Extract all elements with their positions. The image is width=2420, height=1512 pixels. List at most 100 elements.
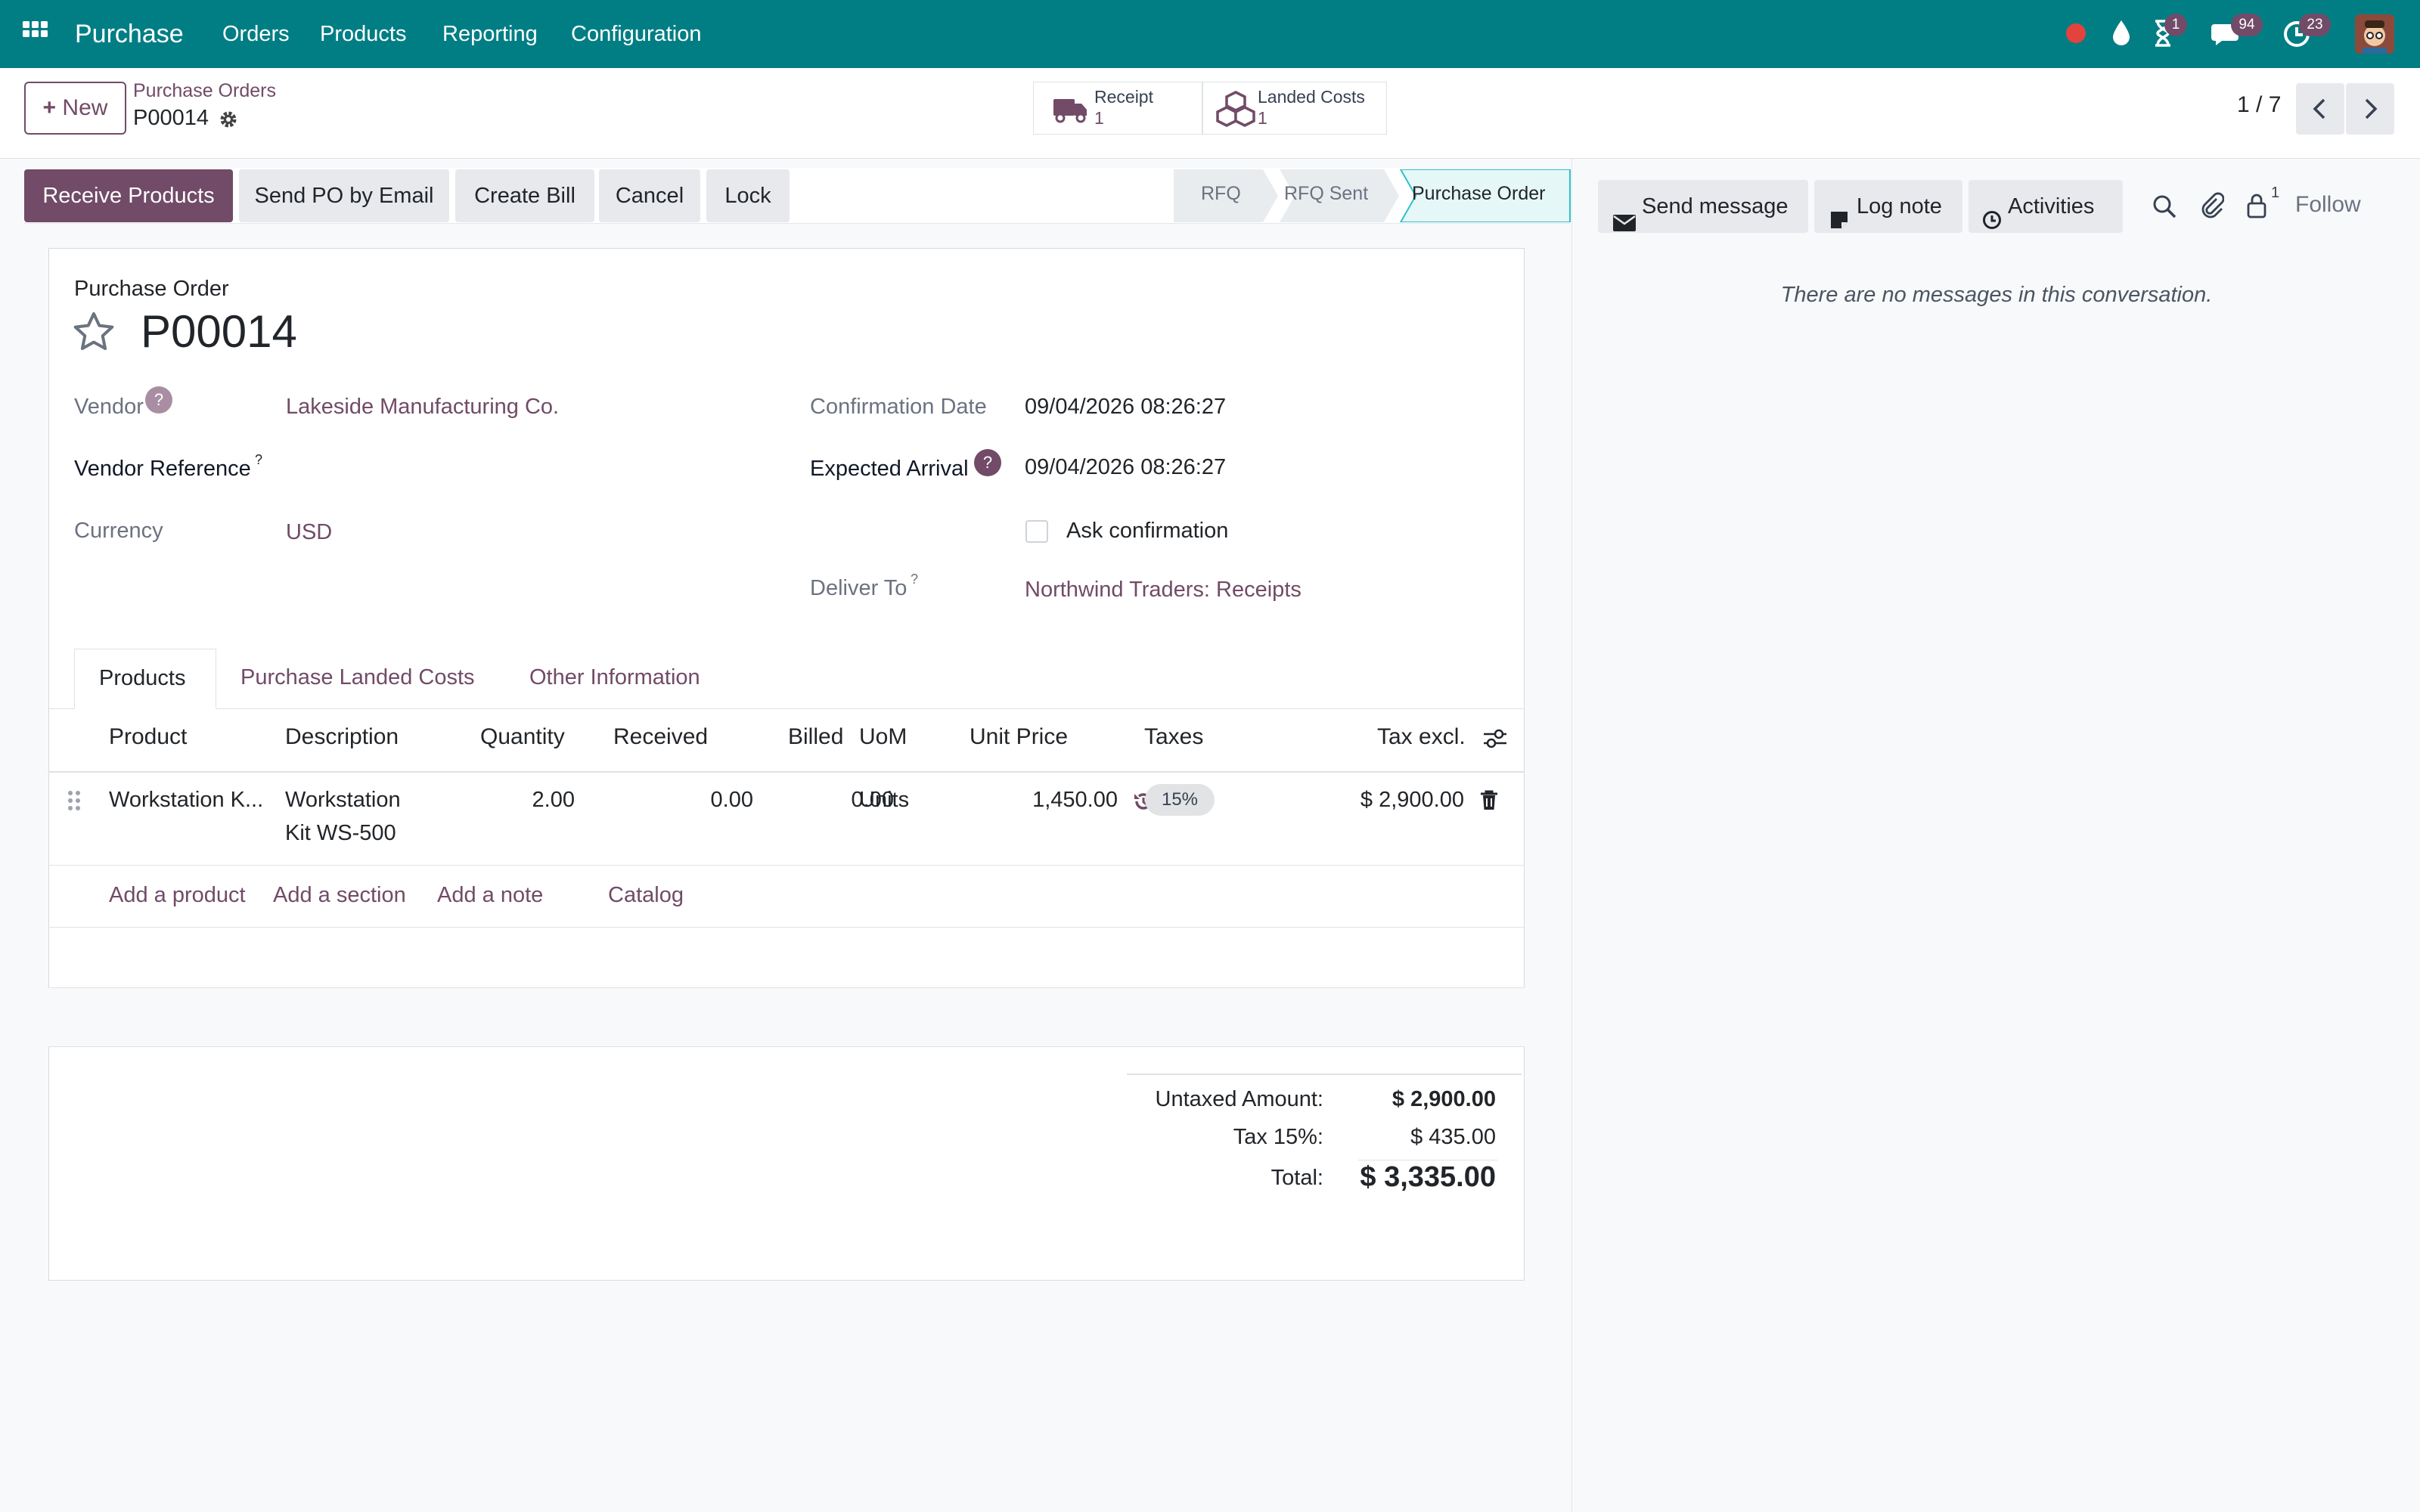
search-icon[interactable] bbox=[2152, 194, 2177, 219]
gear-icon[interactable] bbox=[218, 109, 239, 130]
expected-arrival-field[interactable]: 09/04/2026 08:26:27 bbox=[1025, 455, 1226, 480]
user-avatar[interactable] bbox=[2355, 14, 2394, 54]
drop-icon[interactable] bbox=[2110, 18, 2133, 48]
tax-value: $ 435.00 bbox=[1410, 1125, 1496, 1149]
ask-confirmation-label: Ask confirmation bbox=[1066, 519, 1229, 543]
tab-products[interactable]: Products bbox=[74, 649, 216, 709]
breadcrumb-current: P00014 bbox=[133, 106, 209, 130]
confirmation-date-field[interactable]: 09/04/2026 08:26:27 bbox=[1025, 395, 1226, 420]
column-uom[interactable]: UoM bbox=[859, 724, 907, 750]
star-icon[interactable] bbox=[71, 310, 116, 355]
activity-count-badge: 1 bbox=[2164, 14, 2187, 36]
line-description-1[interactable]: Workstation bbox=[285, 788, 401, 813]
menu-reporting[interactable]: Reporting bbox=[442, 0, 538, 68]
catalog-link[interactable]: Catalog bbox=[608, 883, 684, 908]
column-received[interactable]: Received bbox=[613, 724, 708, 750]
form-statusbar: Receive Products Send PO by Email Create… bbox=[24, 168, 1571, 224]
receive-products-button[interactable]: Receive Products bbox=[24, 169, 233, 222]
send-message-button[interactable]: Send message bbox=[1598, 180, 1808, 233]
followers-count[interactable]: 1 bbox=[2271, 184, 2279, 202]
optional-columns-sliders-icon[interactable] bbox=[1482, 727, 1508, 750]
activities-label: Activities bbox=[2008, 194, 2095, 218]
new-button[interactable]: + New bbox=[24, 82, 126, 135]
tabs-divider bbox=[48, 708, 1525, 709]
landed-costs-smart-button[interactable]: Landed Costs 1 bbox=[1202, 82, 1387, 135]
vendor-label: Vendor bbox=[74, 395, 144, 419]
plus-icon: + bbox=[42, 95, 57, 120]
table-row[interactable]: Workstation K... Workstation Kit WS-500 … bbox=[48, 773, 1525, 865]
activities-button[interactable]: Activities bbox=[1969, 180, 2123, 233]
app-menu-icon[interactable] bbox=[21, 20, 48, 47]
pager-next-button[interactable] bbox=[2346, 83, 2394, 135]
deliver-to-label: Deliver To bbox=[810, 576, 908, 600]
chevron-right-icon bbox=[2365, 98, 2378, 119]
note-icon bbox=[1829, 197, 1849, 228]
vendor-reference-help-mark[interactable]: ? bbox=[255, 452, 262, 468]
deliver-to-field[interactable]: Northwind Traders: Receipts bbox=[1025, 578, 1302, 603]
currency-field[interactable]: USD bbox=[286, 520, 332, 545]
create-bill-button[interactable]: Create Bill bbox=[455, 169, 594, 222]
line-uom[interactable]: Units bbox=[859, 788, 909, 813]
send-po-email-button[interactable]: Send PO by Email bbox=[239, 169, 449, 222]
breadcrumb-parent[interactable]: Purchase Orders bbox=[133, 80, 276, 102]
clock-icon bbox=[1982, 197, 2002, 229]
menu-orders[interactable]: Orders bbox=[222, 0, 290, 68]
stage-rfq-sent[interactable]: RFQ Sent bbox=[1284, 183, 1368, 205]
column-tax-excl[interactable]: Tax excl. bbox=[1377, 724, 1466, 750]
line-description-2[interactable]: Kit WS-500 bbox=[285, 821, 396, 846]
receipt-smart-button[interactable]: Receipt 1 bbox=[1033, 82, 1202, 135]
empty-conversation-text: There are no messages in this conversati… bbox=[1780, 283, 2213, 307]
column-billed[interactable]: Billed bbox=[788, 724, 843, 750]
expected-arrival-help-icon[interactable]: ? bbox=[974, 449, 1001, 476]
line-received[interactable]: 0.00 bbox=[711, 788, 753, 813]
menu-configuration[interactable]: Configuration bbox=[571, 0, 702, 68]
line-unit-price[interactable]: 1,450.00 bbox=[1032, 788, 1118, 813]
envelope-icon bbox=[1613, 198, 1636, 231]
line-tax-badge[interactable]: 15% bbox=[1145, 784, 1215, 816]
tax-label: Tax 15%: bbox=[1233, 1125, 1323, 1149]
add-note-link[interactable]: Add a note bbox=[437, 883, 543, 908]
add-section-link[interactable]: Add a section bbox=[273, 883, 406, 908]
paperclip-icon[interactable] bbox=[2200, 191, 2225, 219]
menu-products[interactable]: Products bbox=[320, 0, 406, 68]
column-description[interactable]: Description bbox=[285, 724, 399, 750]
cancel-button[interactable]: Cancel bbox=[599, 169, 700, 222]
add-product-link[interactable]: Add a product bbox=[109, 883, 246, 908]
new-button-label: New bbox=[62, 95, 108, 120]
untaxed-amount-value: $ 2,900.00 bbox=[1392, 1087, 1496, 1111]
tab-other-information[interactable]: Other Information bbox=[529, 665, 700, 690]
landed-costs-count: 1 bbox=[1258, 108, 1267, 128]
line-product[interactable]: Workstation K... bbox=[109, 788, 263, 813]
tab-purchase-landed-costs[interactable]: Purchase Landed Costs bbox=[240, 665, 475, 690]
vendor-field[interactable]: Lakeside Manufacturing Co. bbox=[286, 395, 559, 420]
total-label: Total: bbox=[1270, 1166, 1323, 1190]
record-title: P00014 bbox=[141, 306, 297, 357]
row-divider bbox=[48, 865, 1525, 866]
column-product[interactable]: Product bbox=[109, 724, 187, 750]
column-unit-price[interactable]: Unit Price bbox=[970, 724, 1068, 750]
confirmation-date-label: Confirmation Date bbox=[810, 395, 987, 419]
stage-rfq[interactable]: RFQ bbox=[1201, 183, 1241, 205]
landed-costs-label: Landed Costs bbox=[1258, 87, 1365, 107]
followers-lock-icon[interactable] bbox=[2245, 192, 2268, 219]
recording-dot-icon[interactable] bbox=[2066, 23, 2086, 43]
app-name[interactable]: Purchase bbox=[75, 0, 184, 68]
drag-handle-icon[interactable] bbox=[67, 789, 82, 812]
deliver-to-help-mark[interactable]: ? bbox=[911, 572, 918, 587]
column-quantity[interactable]: Quantity bbox=[480, 724, 565, 750]
vendor-help-icon[interactable]: ? bbox=[145, 386, 172, 414]
line-quantity[interactable]: 2.00 bbox=[532, 788, 575, 813]
pager-value[interactable]: 1 / 7 bbox=[2237, 92, 2281, 118]
lock-button[interactable]: Lock bbox=[706, 169, 790, 222]
follow-button[interactable]: Follow bbox=[2295, 192, 2361, 218]
stage-purchase-order: Purchase Order bbox=[1412, 183, 1546, 204]
pager-previous-button[interactable] bbox=[2296, 83, 2344, 135]
ask-confirmation-checkbox[interactable] bbox=[1025, 520, 1048, 543]
column-taxes[interactable]: Taxes bbox=[1144, 724, 1203, 750]
trash-icon[interactable] bbox=[1479, 789, 1499, 812]
vendor-reference-input[interactable] bbox=[286, 449, 724, 485]
line-subtotal: $ 2,900.00 bbox=[1360, 788, 1464, 812]
cubes-icon bbox=[1215, 90, 1256, 128]
log-note-button[interactable]: Log note bbox=[1814, 180, 1962, 233]
vendor-reference-label: Vendor Reference bbox=[74, 457, 251, 481]
